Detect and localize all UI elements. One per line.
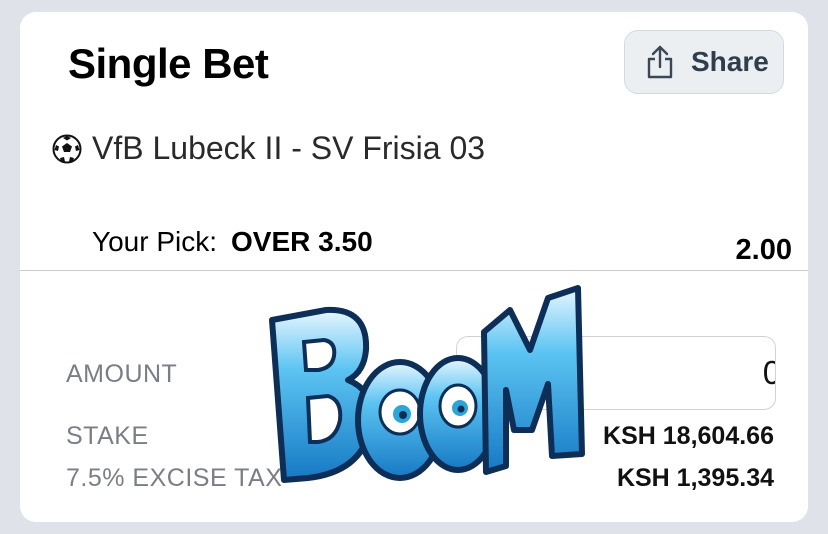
bet-slip-card: Single Bet Share VfB Lubeck II - SV Fris… xyxy=(20,12,808,522)
share-icon xyxy=(647,45,673,79)
pick-label: Your Pick: xyxy=(92,226,218,257)
match-name: VfB Lubeck II - SV Frisia 03 xyxy=(92,130,486,166)
your-pick: Your Pick: OVER 3.50 xyxy=(92,226,373,258)
stake-value: KSH 18,604.66 xyxy=(603,422,774,450)
boom-sticker xyxy=(269,285,585,483)
pick-value: OVER 3.50 xyxy=(231,226,373,257)
match-row: VfB Lubeck II - SV Frisia 03 xyxy=(52,130,485,167)
tax-value: KSH 1,395.34 xyxy=(616,464,774,492)
odds-value: 2.00 xyxy=(735,234,792,266)
share-label: Share xyxy=(691,46,769,77)
share-button[interactable]: Share xyxy=(624,30,784,94)
page-title: Single Bet xyxy=(68,40,269,87)
divider xyxy=(20,270,808,271)
stake-label: STAKE xyxy=(66,422,149,450)
amount-label: AMOUNT xyxy=(66,360,178,388)
soccer-ball-icon xyxy=(52,134,82,163)
